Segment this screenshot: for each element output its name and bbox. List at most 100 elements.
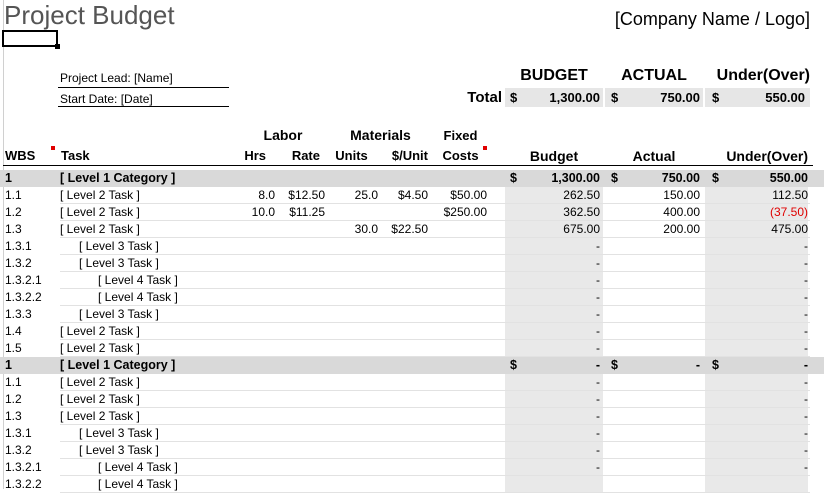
unitcost-cell	[378, 408, 428, 425]
units-cell	[325, 391, 378, 408]
budget-cell: 675.00	[563, 222, 600, 236]
units-column-header: Units	[335, 148, 368, 163]
unitcost-cell	[378, 204, 428, 221]
unitcost-cell	[378, 255, 428, 272]
wbs-cell: 1.3	[5, 222, 22, 236]
units-cell: 30.0	[354, 222, 378, 236]
budget-cell: -	[596, 341, 600, 355]
task-row[interactable]: 1.2 [ Level 2 Task ] 10.0 $11.25 $250.00 362.…	[0, 204, 824, 221]
task-row[interactable]: 1.3.2.1 [ Level 4 Task ] - -	[0, 272, 824, 289]
task-cell: [ Level 2 Task ]	[60, 392, 140, 406]
summary-actual-value: 750.00	[660, 90, 700, 105]
actual-column-header: Actual	[632, 148, 676, 164]
unitcost-cell	[378, 357, 428, 374]
rate-cell	[275, 357, 325, 374]
fixed-cost-cell	[430, 459, 487, 476]
start-date-label: Start Date: [Date]	[60, 92, 153, 106]
rate-cell	[275, 442, 325, 459]
actual-cell	[605, 408, 700, 425]
wbs-cell: 1.3.2.2	[5, 477, 42, 491]
wbs-cell: 1.3.2.1	[5, 460, 42, 474]
hrs-cell	[230, 238, 275, 255]
units-cell	[325, 170, 378, 187]
task-row[interactable]: 1.3.1 [ Level 3 Task ] - -	[0, 238, 824, 255]
fixed-cost-cell	[430, 272, 487, 289]
unitcost-cell	[378, 374, 428, 391]
units-cell	[325, 323, 378, 340]
actual-cell: 200.00	[663, 222, 700, 236]
actual-cell: -	[695, 358, 700, 372]
underover-cell: -	[804, 392, 808, 406]
budget-cell: -	[596, 443, 600, 457]
rate-cell	[275, 476, 325, 493]
actual-cell: 750.00	[661, 171, 700, 185]
summary-underover-value: 550.00	[765, 90, 805, 105]
units-cell	[325, 442, 378, 459]
actual-cell	[605, 476, 700, 493]
task-row[interactable]: 1.3.1 [ Level 3 Task ] - -	[0, 425, 824, 442]
hrs-cell	[230, 391, 275, 408]
task-cell: [ Level 3 Task ]	[79, 307, 159, 321]
hrs-cell	[230, 289, 275, 306]
selected-cell[interactable]	[2, 30, 60, 49]
task-cell: [ Level 1 Category ]	[60, 171, 176, 185]
budget-column-header: Budget	[529, 148, 579, 164]
budget-cell: -	[596, 239, 600, 253]
rate-cell	[275, 340, 325, 357]
underover-cell: -	[804, 273, 808, 287]
fixed-cost-cell: $250.00	[443, 205, 487, 219]
rate-cell	[275, 289, 325, 306]
task-cell: [ Level 2 Task ]	[60, 205, 140, 219]
task-cell: [ Level 4 Task ]	[98, 290, 178, 304]
underover-cell: (37.50)	[769, 205, 808, 219]
task-row[interactable]: 1.2 [ Level 2 Task ] - -	[0, 391, 824, 408]
underover-cell: -	[804, 341, 808, 355]
hrs-cell	[230, 221, 275, 238]
task-row[interactable]: 1.3.3 [ Level 3 Task ] - -	[0, 306, 824, 323]
underover-cell: 112.50	[772, 188, 808, 202]
task-row[interactable]: 1.3.2 [ Level 3 Task ] - -	[0, 442, 824, 459]
underover-cell: -	[804, 239, 808, 253]
unitcost-cell	[378, 289, 428, 306]
budget-cell: 362.50	[563, 205, 600, 219]
task-cell: [ Level 3 Task ]	[79, 426, 159, 440]
units-cell	[325, 459, 378, 476]
rate-cell	[275, 391, 325, 408]
task-column-header: Task	[61, 148, 90, 163]
category-row[interactable]: 1[ Level 1 Category ] $ $ $1,300.00 750.00 55…	[0, 170, 824, 187]
start-date-underline	[58, 106, 229, 107]
wbs-cell: 1.3.3	[5, 307, 32, 321]
task-row[interactable]: 1.1 [ Level 2 Task ] - -	[0, 374, 824, 391]
budget-cell: 1,300.00	[551, 171, 600, 185]
units-cell	[325, 306, 378, 323]
rate-cell: $12.50	[288, 188, 325, 202]
units-cell	[325, 476, 378, 493]
underover-cell: -	[804, 409, 808, 423]
task-row[interactable]: 1.3.2.2 [ Level 4 Task ] - -	[0, 289, 824, 306]
budget-cell: -	[596, 290, 600, 304]
task-cell: [ Level 2 Task ]	[60, 188, 140, 202]
task-row[interactable]: 1.3.2 [ Level 3 Task ] - -	[0, 255, 824, 272]
actual-cell	[605, 306, 700, 323]
task-row[interactable]: 1.5 [ Level 2 Task ] - -	[0, 340, 824, 357]
task-row[interactable]: 1.4 [ Level 2 Task ] - -	[0, 323, 824, 340]
rate-cell	[275, 459, 325, 476]
units-cell	[325, 357, 378, 374]
task-row[interactable]: 1.3.2.1 [ Level 4 Task ] - -	[0, 459, 824, 476]
hrs-cell	[230, 408, 275, 425]
fixed-header-line1: Fixed	[443, 128, 478, 143]
unitcost-cell	[378, 340, 428, 357]
task-row[interactable]: 1.3 [ Level 2 Task ] 30.0 $22.50 675.00 200.0…	[0, 221, 824, 238]
hrs-cell	[230, 357, 275, 374]
actual-cell	[605, 391, 700, 408]
fixed-cost-cell	[430, 289, 487, 306]
task-cell: [ Level 3 Task ]	[79, 443, 159, 457]
wbs-cell: 1.3.1	[5, 426, 32, 440]
fixed-cost-cell	[430, 374, 487, 391]
category-row[interactable]: 1[ Level 1 Category ] $ $ $ - - -	[0, 357, 824, 374]
task-row[interactable]: 1.3 [ Level 2 Task ] - -	[0, 408, 824, 425]
task-row[interactable]: 1.3.2.2 [ Level 4 Task ]	[0, 476, 824, 493]
units-cell	[325, 289, 378, 306]
rate-cell	[275, 306, 325, 323]
task-row[interactable]: 1.1 [ Level 2 Task ] 8.0 $12.50 25.0 $4.50 $50…	[0, 187, 824, 204]
